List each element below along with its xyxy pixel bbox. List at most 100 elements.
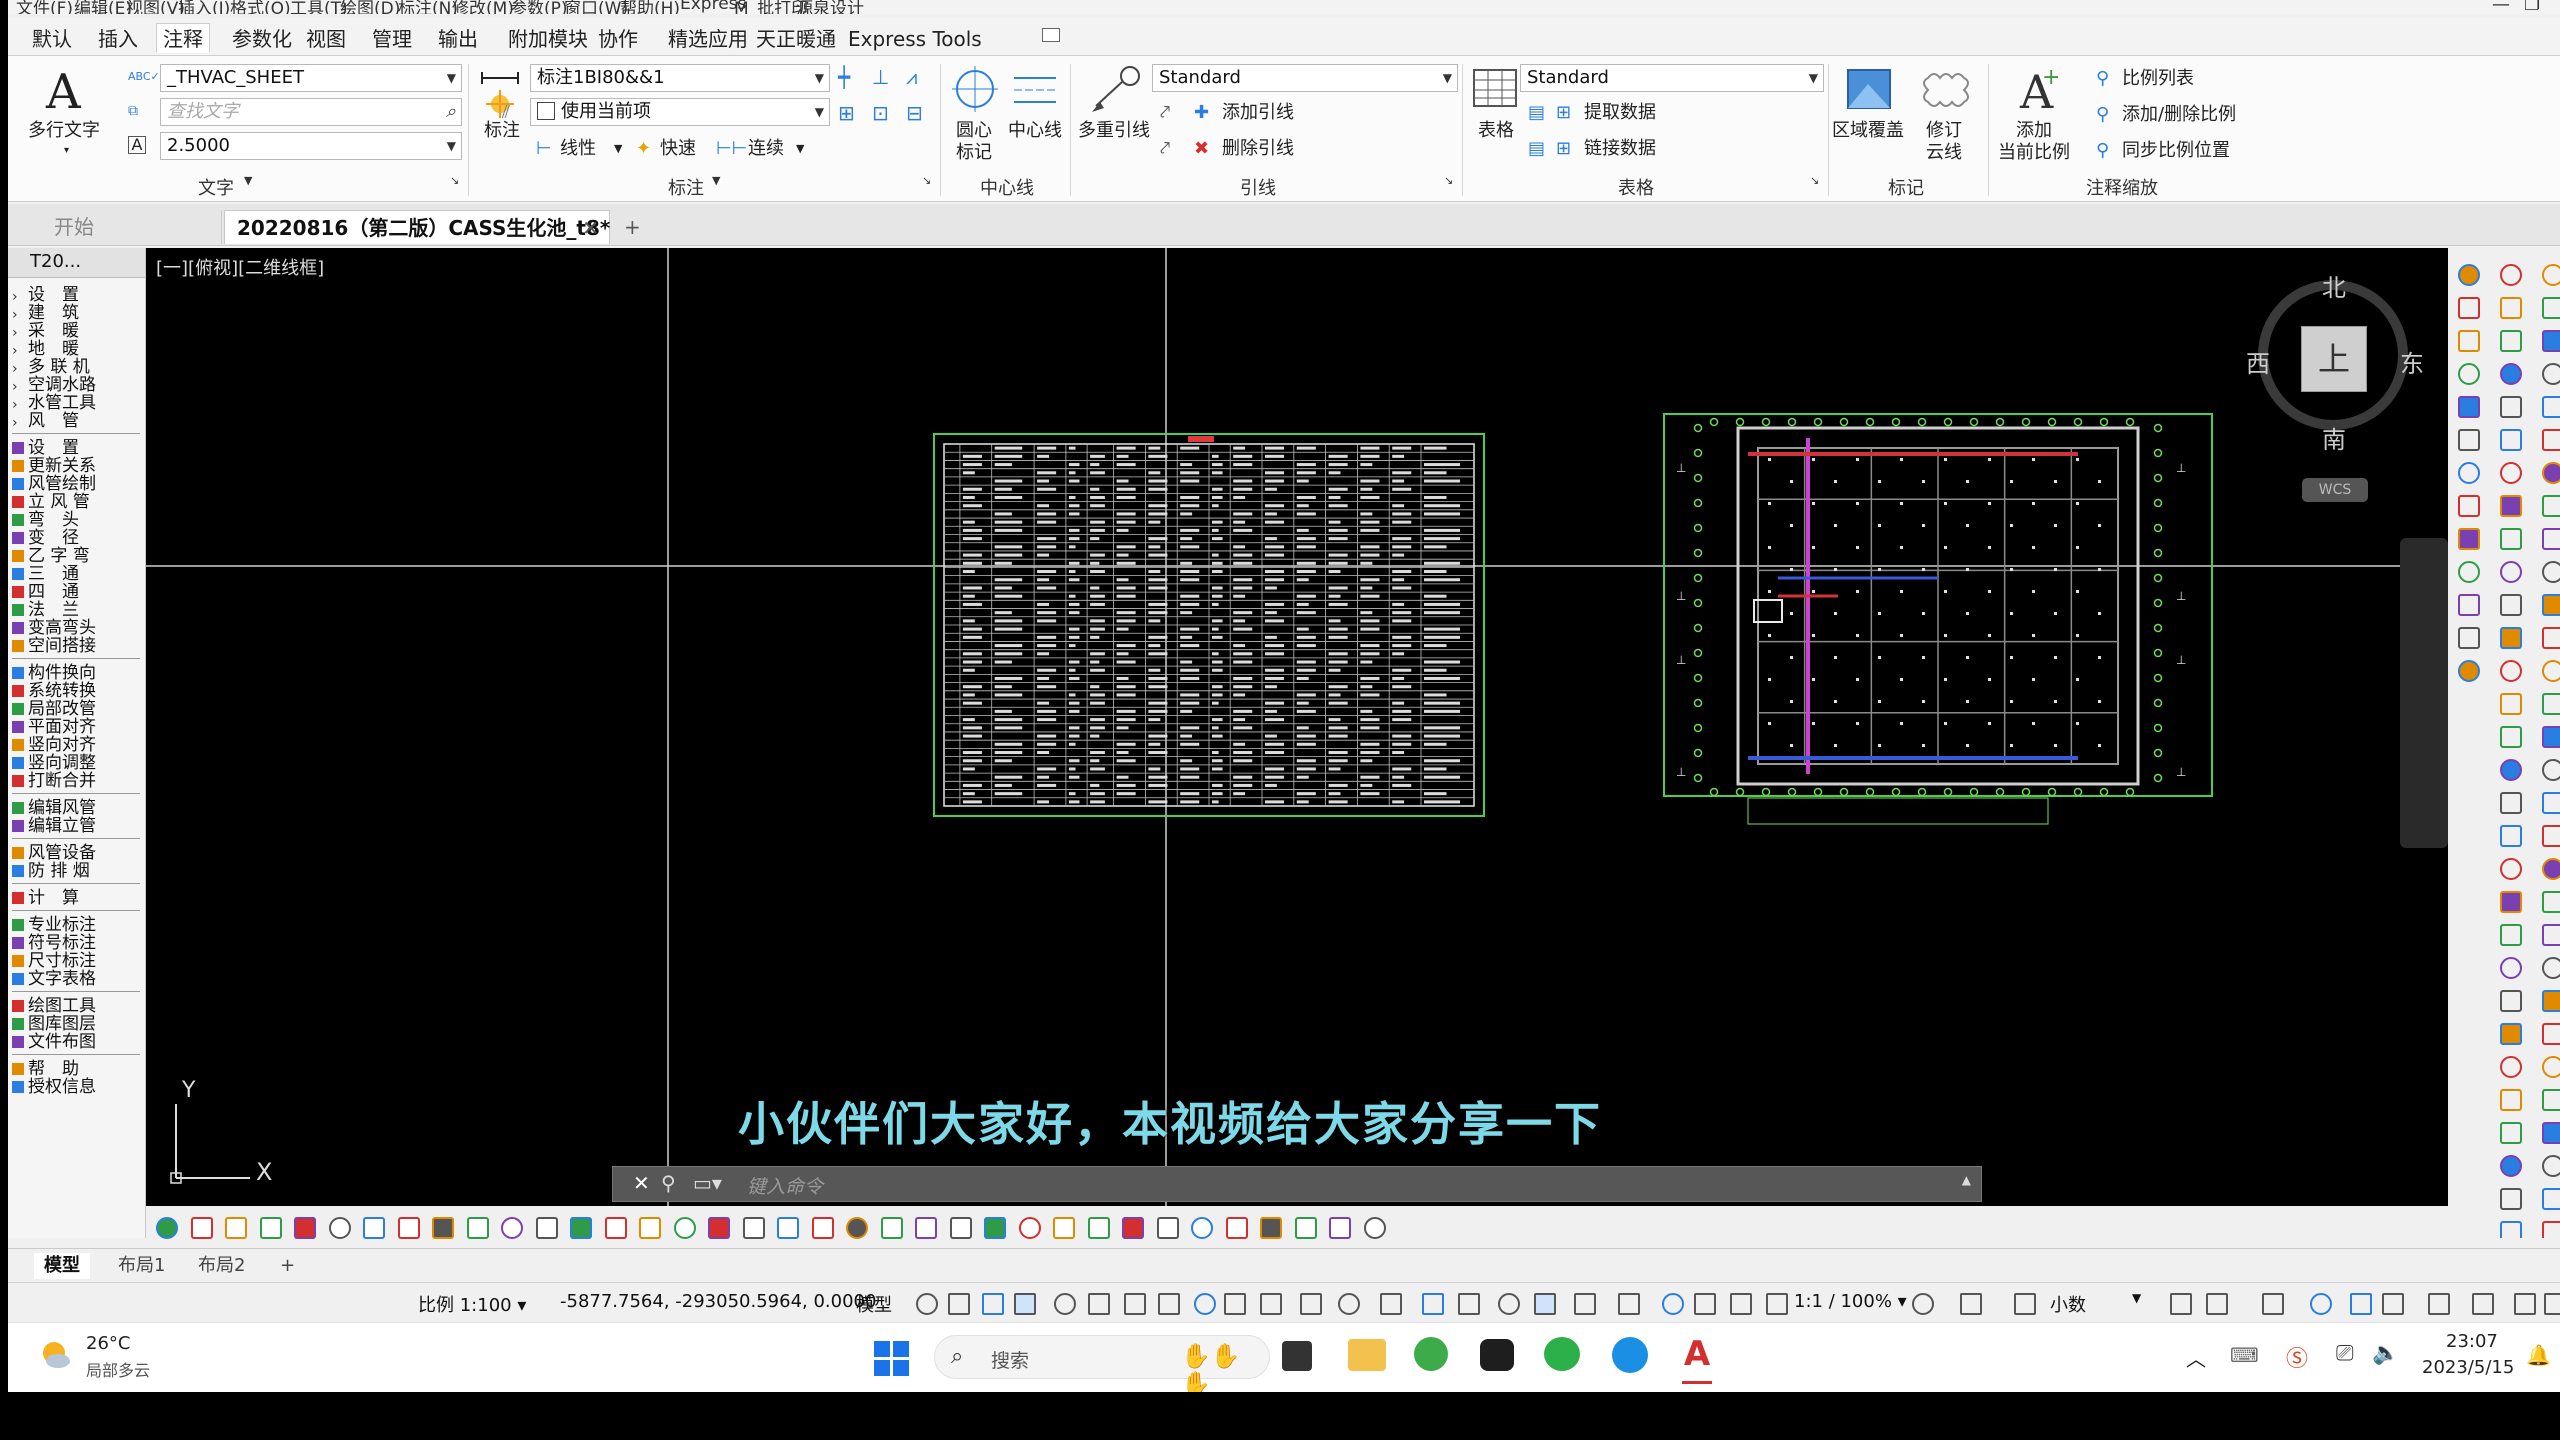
bottom-toolbar-tool-23-icon[interactable]: [949, 1217, 972, 1239]
text-style-combo[interactable]: _THVAC_SHEET ▼: [160, 64, 462, 92]
bottom-toolbar-tool-10-icon[interactable]: [501, 1217, 523, 1239]
center-mark-icon[interactable]: [952, 66, 998, 112]
right-toolbar-1-tool-11-icon[interactable]: [2500, 627, 2522, 649]
right-toolbar-1-tool-22-icon[interactable]: [2500, 990, 2522, 1012]
menu-5[interactable]: 工具(T): [290, 0, 348, 14]
dim-style-combo[interactable]: 标注1BI80&&1 ▼: [530, 64, 830, 92]
palette-item-27[interactable]: 编辑风管: [12, 799, 142, 817]
add-delete-scale-button[interactable]: 添加/删除比例: [2122, 104, 2236, 126]
right-toolbar-1-tool-16-icon[interactable]: [2500, 792, 2522, 814]
compass-west[interactable]: 西: [2246, 344, 2270, 379]
palette-item-18[interactable]: 变高弯头: [12, 619, 142, 637]
temperature[interactable]: 26°C: [86, 1333, 130, 1354]
status-toggle-23-icon[interactable]: [1766, 1293, 1788, 1315]
restore-icon[interactable]: ❐: [2524, 0, 2540, 15]
scale-readout[interactable]: 比例 1:100 ▾: [418, 1291, 526, 1317]
right-toolbar-2-tool-21-icon[interactable]: [2542, 957, 2560, 979]
right-toolbar-0-tool-2-icon[interactable]: [2458, 330, 2480, 352]
leader-tool-1-icon[interactable]: ⤤: [1160, 102, 1170, 124]
status-toggle-17-icon[interactable]: [1534, 1293, 1556, 1315]
table-style-combo[interactable]: Standard ▼: [1520, 64, 1824, 92]
status-toggle-13-icon[interactable]: [1380, 1293, 1402, 1315]
ribbon-tab-4[interactable]: 视图: [300, 24, 352, 54]
leader-style-combo[interactable]: Standard ▼: [1152, 64, 1458, 92]
right-toolbar-2-tool-24-icon[interactable]: [2542, 1056, 2560, 1078]
palette-item-10[interactable]: 风管绘制: [12, 475, 142, 493]
right-toolbar-2-tool-23-icon[interactable]: [2542, 1023, 2560, 1045]
right-toolbar-2-tool-14-icon[interactable]: [2542, 726, 2560, 748]
status-toggle-1-icon[interactable]: [948, 1293, 970, 1315]
bottom-toolbar-tool-15-icon[interactable]: [673, 1217, 696, 1239]
right-toolbar-2-tool-17-icon[interactable]: [2542, 825, 2560, 847]
palette-item-9[interactable]: 更新关系: [12, 457, 142, 475]
palette-item-14[interactable]: 乙 字 弯: [12, 547, 142, 565]
right-toolbar-1-tool-3-icon[interactable]: [2500, 363, 2522, 385]
ribbon-tab-8[interactable]: 协作: [592, 24, 644, 54]
navigation-bar[interactable]: [2400, 538, 2448, 848]
edge-browser-icon[interactable]: [1612, 1337, 1648, 1373]
menu-0[interactable]: 文件(F): [16, 0, 73, 14]
add-leader-button[interactable]: 添加引线: [1222, 102, 1294, 124]
right-toolbar-1-tool-25-icon[interactable]: [2500, 1089, 2522, 1111]
status-tool-10-icon[interactable]: [2472, 1293, 2494, 1315]
status-tool-8-icon[interactable]: [2382, 1293, 2404, 1315]
palette-item-23[interactable]: 平面对齐: [12, 718, 142, 736]
table-panel-title[interactable]: 表格: [1618, 174, 1654, 200]
network-icon[interactable]: ⎚: [2336, 1341, 2354, 1366]
bottom-toolbar-tool-9-icon[interactable]: [466, 1217, 489, 1239]
compass-east[interactable]: 东: [2400, 344, 2424, 379]
multileader-label[interactable]: 多重引线: [1078, 120, 1150, 142]
right-toolbar-1-tool-14-icon[interactable]: [2500, 726, 2522, 748]
camera-app-icon[interactable]: [1480, 1339, 1514, 1371]
palette-item-6[interactable]: › 水管工具: [12, 394, 142, 412]
status-toggle-22-icon[interactable]: [1730, 1293, 1752, 1315]
spellcheck-icon[interactable]: ABC✓: [128, 66, 160, 88]
status-toggle-5-icon[interactable]: [1088, 1293, 1110, 1315]
ribbon-tab-7[interactable]: 附加模块: [502, 24, 594, 54]
right-toolbar-2-tool-1-icon[interactable]: [2542, 297, 2560, 319]
extract-data-button[interactable]: 提取数据: [1584, 102, 1656, 124]
viewcube-top-face[interactable]: 上: [2301, 326, 2367, 392]
bottom-toolbar-tool-0-icon[interactable]: [156, 1217, 178, 1239]
palette-item-21[interactable]: 系统转换: [12, 682, 142, 700]
close-command-icon[interactable]: ✕: [633, 1171, 650, 1195]
bottom-toolbar-tool-28-icon[interactable]: [1122, 1217, 1144, 1239]
right-toolbar-1-tool-1-icon[interactable]: [2500, 297, 2522, 319]
bottom-toolbar-tool-34-icon[interactable]: [1329, 1217, 1351, 1239]
find-text-input[interactable]: 查找文字 ⌕: [160, 98, 462, 126]
right-toolbar-1-tool-4-icon[interactable]: [2500, 396, 2522, 418]
scale-panel-title[interactable]: 注释缩放: [2086, 174, 2158, 200]
right-toolbar-2-tool-4-icon[interactable]: [2542, 396, 2560, 418]
file-explorer-icon[interactable]: [1348, 1339, 1386, 1371]
palette-header[interactable]: T20...: [8, 248, 145, 278]
dim-tool-1-icon[interactable]: ┿: [838, 66, 850, 88]
dim-tool-6-icon[interactable]: ⊟: [906, 102, 923, 124]
annotation-scale[interactable]: 1:1 / 100% ▾: [1794, 1291, 1907, 1312]
wipeout-icon[interactable]: [1844, 66, 1894, 112]
bottom-toolbar-tool-30-icon[interactable]: [1191, 1217, 1213, 1239]
right-toolbar-2-tool-9-icon[interactable]: [2542, 561, 2560, 583]
bottom-toolbar-tool-18-icon[interactable]: [777, 1217, 799, 1239]
status-toggle-10-icon[interactable]: [1260, 1293, 1282, 1315]
text-panel-launcher[interactable]: ↘: [450, 174, 459, 187]
right-toolbar-1-tool-23-icon[interactable]: [2500, 1023, 2522, 1045]
right-toolbar-1-tool-15-icon[interactable]: [2500, 759, 2522, 781]
right-toolbar-0-tool-4-icon[interactable]: [2458, 396, 2480, 418]
dimension-icon[interactable]: [478, 70, 522, 122]
menu-4[interactable]: 格式(O): [230, 0, 291, 14]
ribbon-tab-9[interactable]: 精选应用: [662, 24, 754, 54]
status-toggle-3-icon[interactable]: [1014, 1293, 1036, 1315]
multiline-text-label[interactable]: 多行文字: [28, 120, 100, 142]
ribbon-tab-1[interactable]: 插入: [92, 24, 144, 54]
palette-item-20[interactable]: 构件换向: [12, 664, 142, 682]
status-toggle-2-icon[interactable]: [982, 1293, 1004, 1315]
right-toolbar-2-tool-3-icon[interactable]: [2542, 363, 2560, 385]
revcloud-label[interactable]: 修订 云线: [1926, 120, 1962, 164]
bottom-toolbar-tool-8-icon[interactable]: [432, 1217, 454, 1239]
model-space-button[interactable]: 模型: [856, 1291, 892, 1317]
weather-icon[interactable]: [38, 1337, 72, 1371]
wps-tray-icon[interactable]: Ⓢ: [2286, 1341, 2308, 1373]
bottom-toolbar-tool-5-icon[interactable]: [328, 1217, 351, 1239]
palette-item-19[interactable]: 空间搭接: [12, 637, 142, 655]
palette-item-32[interactable]: 专业标注: [12, 916, 142, 934]
